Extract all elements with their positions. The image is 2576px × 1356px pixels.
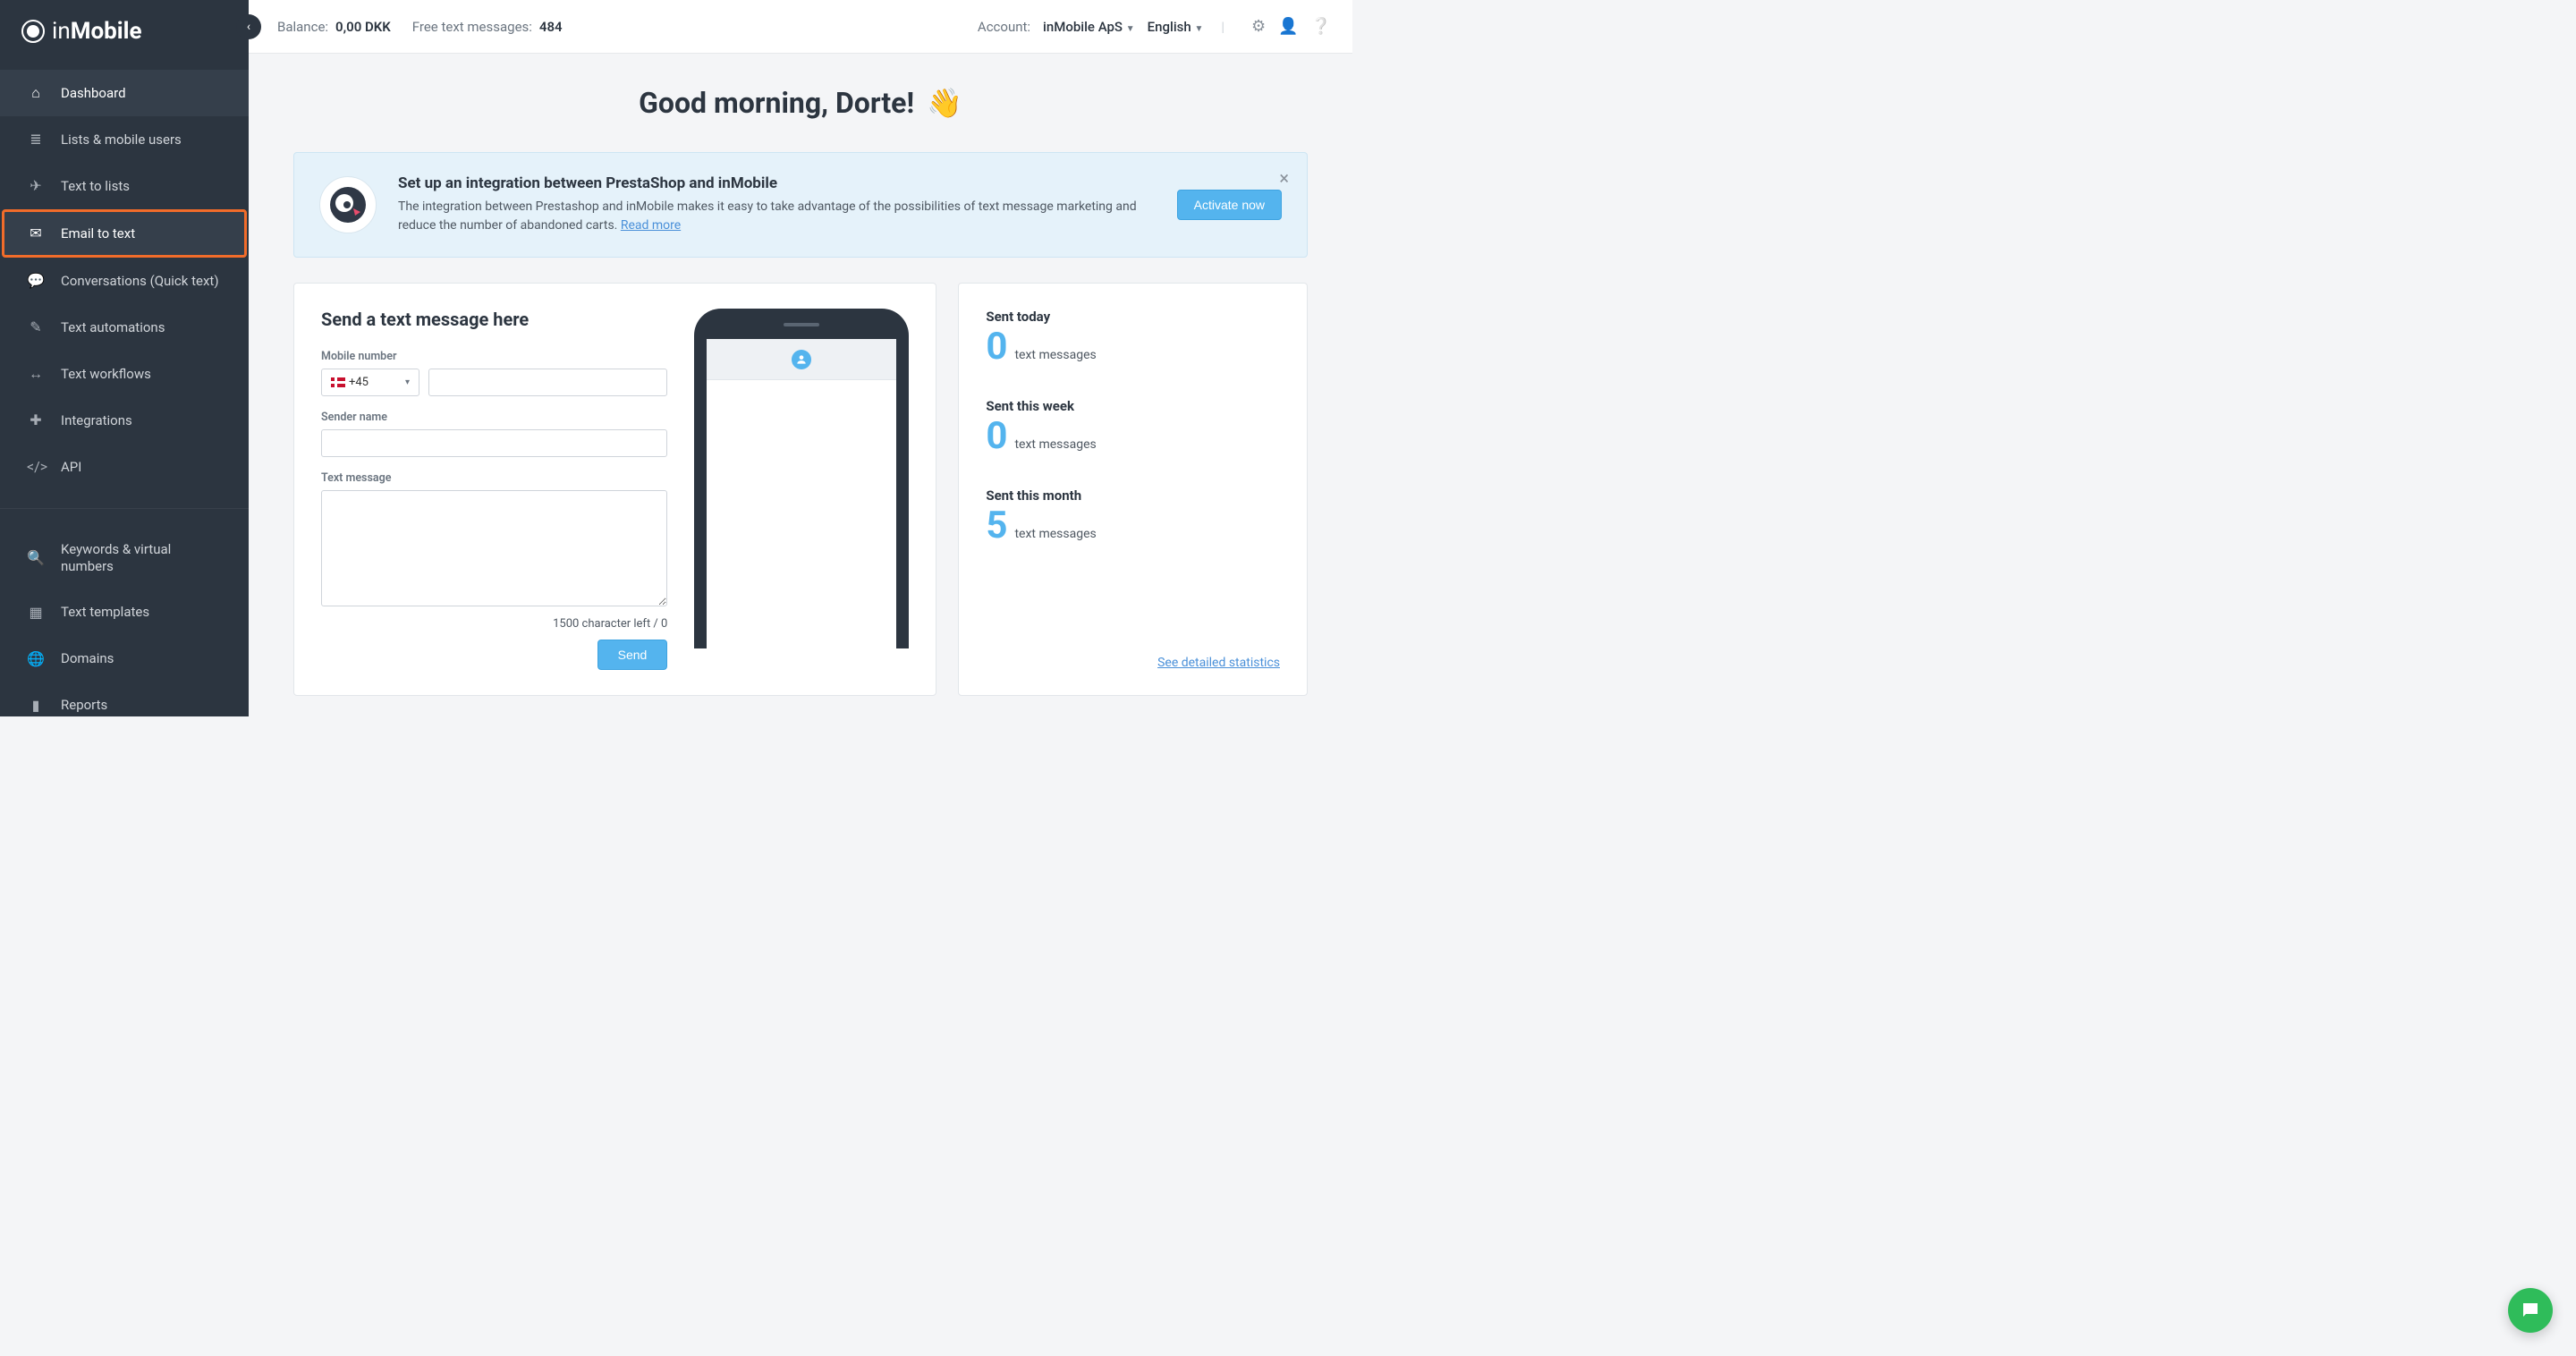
help-icon[interactable]: ❔ <box>1311 17 1331 36</box>
sidebar-item-conversations[interactable]: 💬 Conversations (Quick text) <box>0 258 249 304</box>
home-icon: ⌂ <box>27 84 45 102</box>
stat-today-value: 0 <box>986 328 1007 366</box>
grid-icon: ▦ <box>27 604 45 622</box>
stat-week-unit: text messages <box>1014 437 1096 452</box>
language-dropdown[interactable]: English ▼ <box>1148 19 1204 35</box>
sidebar-item-label: API <box>61 459 81 476</box>
chevron-down-icon: ▾ <box>405 377 410 387</box>
flag-dk-icon <box>331 377 345 387</box>
arrows-icon: ↔ <box>27 365 45 383</box>
stat-week-label: Sent this week <box>986 398 1280 414</box>
text-message-label: Text message <box>321 471 667 485</box>
greeting-title: Good morning, Dorte! 👋 <box>293 86 1308 120</box>
mobile-number-input[interactable] <box>428 369 667 396</box>
sidebar-item-label: Integrations <box>61 412 132 429</box>
account-dropdown[interactable]: inMobile ApS ▼ <box>1043 19 1135 35</box>
topbar: ‹ Balance: 0,00 DKK Free text messages: … <box>249 0 1352 54</box>
sidebar-item-lists[interactable]: ≣ Lists & mobile users <box>0 116 249 163</box>
sidebar-item-keywords[interactable]: 🔍 Keywords & virtual numbers <box>0 527 249 589</box>
send-card-title: Send a text message here <box>321 309 667 330</box>
activate-button[interactable]: Activate now <box>1177 190 1282 220</box>
sidebar-item-label: Conversations (Quick text) <box>61 273 219 290</box>
phone-speaker-icon <box>784 323 819 326</box>
list-icon: ≣ <box>27 131 45 148</box>
stat-today-label: Sent today <box>986 309 1280 325</box>
brand-logo[interactable]: inMobile <box>0 0 249 66</box>
logo-text: inMobile <box>52 18 142 45</box>
sender-name-input[interactable] <box>321 429 667 457</box>
stat-month-unit: text messages <box>1014 527 1096 541</box>
stat-week-value: 0 <box>986 418 1007 455</box>
envelope-icon: ✉ <box>27 225 45 242</box>
integration-alert: × Set up an integration between PrestaSh… <box>293 152 1308 258</box>
close-icon[interactable]: × <box>1279 167 1289 189</box>
sidebar-item-text-to-lists[interactable]: ✈ Text to lists <box>0 163 249 209</box>
chevron-down-icon: ▼ <box>1194 24 1203 34</box>
stat-month-label: Sent this month <box>986 487 1280 504</box>
sidebar-item-integrations[interactable]: ✚ Integrations <box>0 397 249 444</box>
sidebar-item-label: Text to lists <box>61 178 130 195</box>
sidebar-item-label: Text templates <box>61 604 149 621</box>
text-message-textarea[interactable] <box>321 490 667 606</box>
detailed-stats-link[interactable]: See detailed statistics <box>986 656 1280 670</box>
chat-widget-button[interactable] <box>2508 1288 2553 1333</box>
free-texts-value: 484 <box>539 19 563 35</box>
sidebar-item-api[interactable]: </> API <box>0 444 249 490</box>
phone-preview <box>694 309 909 670</box>
chevron-down-icon: ▼ <box>1126 24 1135 34</box>
globe-icon: 🌐 <box>27 650 45 668</box>
sidebar-item-label: Reports <box>61 697 107 714</box>
sidebar-item-domains[interactable]: 🌐 Domains <box>0 636 249 682</box>
gear-icon[interactable]: ⚙ <box>1251 17 1266 36</box>
send-text-card: Send a text message here Mobile number +… <box>293 283 936 696</box>
phone-avatar-icon <box>792 350 811 369</box>
stats-card: Sent today 0 text messages Sent this wee… <box>958 283 1308 696</box>
stat-month-value: 5 <box>986 507 1007 545</box>
free-texts-label: Free text messages: <box>412 19 532 35</box>
balance-value: 0,00 DKK <box>335 19 391 35</box>
wand-icon: ✎ <box>27 318 45 336</box>
send-button[interactable]: Send <box>597 640 668 670</box>
sidebar-item-workflows[interactable]: ↔ Text workflows <box>0 351 249 397</box>
sidebar-item-templates[interactable]: ▦ Text templates <box>0 589 249 636</box>
sidebar-item-email-to-text[interactable]: ✉ Email to text <box>2 209 247 258</box>
sidebar-collapse-button[interactable]: ‹ <box>236 14 261 39</box>
alert-description: The integration between Prestashop and i… <box>398 198 1156 235</box>
character-count: 1500 character left / 0 <box>321 617 667 631</box>
sidebar-item-label: Text workflows <box>61 366 151 383</box>
main-content: ‹ Balance: 0,00 DKK Free text messages: … <box>249 0 1352 716</box>
sidebar-item-label: Keywords & virtual numbers <box>61 541 225 575</box>
sidebar-item-automations[interactable]: ✎ Text automations <box>0 304 249 351</box>
content-scroll[interactable]: Good morning, Dorte! 👋 × Set up an integ… <box>249 54 1352 716</box>
sidebar-item-reports[interactable]: ▮ Reports <box>0 682 249 717</box>
balance-label: Balance: <box>277 19 328 35</box>
puzzle-icon: ✚ <box>27 411 45 429</box>
chat-bubble-icon <box>2520 1300 2541 1321</box>
key-icon: 🔍 <box>27 549 45 567</box>
stat-today-unit: text messages <box>1014 348 1096 362</box>
prestashop-logo-icon <box>319 176 377 233</box>
logo-icon <box>21 20 45 43</box>
chevron-left-icon: ‹ <box>247 20 250 34</box>
chart-icon: ▮ <box>27 697 45 715</box>
sidebar: inMobile ⌂ Dashboard ≣ Lists & mobile us… <box>0 0 249 716</box>
mobile-number-label: Mobile number <box>321 350 667 363</box>
chat-icon: 💬 <box>27 272 45 290</box>
sidebar-item-label: Lists & mobile users <box>61 131 182 148</box>
user-icon[interactable]: 👤 <box>1278 17 1298 36</box>
sender-name-label: Sender name <box>321 411 667 424</box>
paper-plane-icon: ✈ <box>27 177 45 195</box>
alert-title: Set up an integration between PrestaShop… <box>398 174 1156 192</box>
account-label: Account: <box>978 19 1030 35</box>
sidebar-item-label: Domains <box>61 650 114 667</box>
code-icon: </> <box>27 458 45 476</box>
wave-emoji: 👋 <box>927 86 962 120</box>
sidebar-item-label: Email to text <box>61 225 135 242</box>
sidebar-item-label: Dashboard <box>61 85 126 102</box>
sidebar-item-dashboard[interactable]: ⌂ Dashboard <box>0 70 249 116</box>
read-more-link[interactable]: Read more <box>621 218 681 233</box>
sidebar-item-label: Text automations <box>61 319 165 336</box>
country-code-select[interactable]: +45 ▾ <box>321 369 419 396</box>
